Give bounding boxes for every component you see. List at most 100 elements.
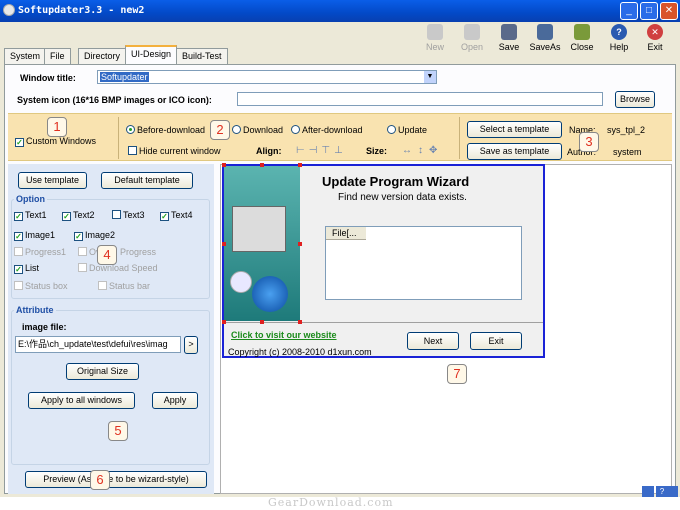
tab-ui-design[interactable]: UI-Design bbox=[125, 45, 178, 64]
radio-download[interactable]: Download bbox=[232, 125, 283, 135]
system-icon-field[interactable] bbox=[237, 92, 603, 106]
annotation-2: 2 bbox=[210, 120, 230, 140]
checkbox-text2[interactable]: ✓ Text2 bbox=[62, 210, 95, 221]
window-title-label: Window title: bbox=[20, 73, 76, 83]
close-window-button[interactable]: ✕ bbox=[660, 2, 678, 20]
maximize-button[interactable]: □ bbox=[640, 2, 658, 20]
checkbox-overall-progress: Overall Progress bbox=[78, 247, 156, 257]
check-icon: ✓ bbox=[14, 232, 23, 241]
select-template-button[interactable]: Select a template bbox=[467, 121, 562, 138]
image-file-label: image file: bbox=[22, 322, 67, 332]
radio-before-download[interactable]: Before-download bbox=[126, 125, 205, 135]
check-icon: ✓ bbox=[14, 265, 23, 274]
tray-help-icon: ? bbox=[656, 486, 668, 497]
check-icon: ✓ bbox=[15, 138, 24, 147]
align-icons[interactable]: ⊢⊣⊤⊥ bbox=[296, 145, 347, 156]
wizard-subtitle: Find new version data exists. bbox=[338, 192, 467, 203]
resize-handle[interactable] bbox=[222, 242, 226, 246]
radio-after-download[interactable]: After-download bbox=[291, 125, 363, 135]
image-file-more-button[interactable]: > bbox=[184, 336, 198, 354]
cd-icon bbox=[230, 271, 252, 293]
globe-icon bbox=[252, 276, 288, 312]
wizard-exit-button[interactable]: Exit bbox=[470, 332, 522, 350]
wizard-file-list[interactable]: File[... bbox=[325, 226, 522, 300]
hide-current-window-checkbox[interactable]: Hide current window bbox=[128, 146, 221, 156]
attribute-group bbox=[11, 310, 210, 465]
annotation-4: 4 bbox=[97, 245, 117, 265]
check-icon: ✓ bbox=[14, 212, 23, 221]
visit-website-link[interactable]: Click to visit our website bbox=[231, 330, 337, 340]
name-value: sys_tpl_2 bbox=[607, 125, 646, 135]
close-project-icon bbox=[574, 24, 590, 40]
check-icon: ✓ bbox=[62, 212, 71, 221]
resize-handle[interactable] bbox=[222, 320, 226, 324]
minimize-button[interactable]: _ bbox=[620, 2, 638, 20]
size-label: Size: bbox=[366, 146, 388, 156]
resize-handle[interactable] bbox=[298, 242, 302, 246]
window-title: Softupdater3.3 - new2 bbox=[18, 5, 145, 16]
new-icon bbox=[427, 24, 443, 40]
image-file-field[interactable]: E:\作品\ch_update\test\defui\res\imag bbox=[15, 336, 181, 353]
file-list-header[interactable]: File[... bbox=[326, 227, 366, 240]
checkbox-text4[interactable]: ✓ Text4 bbox=[160, 210, 193, 221]
author-value: system bbox=[613, 147, 642, 157]
original-size-button[interactable]: Original Size bbox=[66, 363, 139, 380]
new-button[interactable]: New bbox=[418, 24, 452, 52]
checkbox-image1[interactable]: ✓ Image1 bbox=[14, 230, 55, 241]
title-bar: Softupdater3.3 - new2 _ □ ✕ bbox=[0, 0, 680, 22]
tab-system[interactable]: System bbox=[4, 48, 47, 64]
resize-handle[interactable] bbox=[222, 163, 226, 167]
dropdown-chevron-icon[interactable]: ▼ bbox=[424, 71, 436, 83]
saveas-button[interactable]: SaveAs bbox=[528, 24, 562, 52]
help-icon: ? bbox=[611, 24, 627, 40]
custom-windows-checkbox[interactable]: ✓ Custom Windows bbox=[15, 136, 96, 147]
tab-file[interactable]: File bbox=[44, 48, 71, 64]
tab-directory[interactable]: Directory bbox=[78, 48, 127, 64]
wizard-next-button[interactable]: Next bbox=[407, 332, 459, 350]
annotation-6: 6 bbox=[90, 470, 110, 490]
wizard-side-image[interactable] bbox=[224, 166, 300, 321]
open-button[interactable]: Open bbox=[455, 24, 489, 52]
checkbox-text1[interactable]: ✓ Text1 bbox=[14, 210, 47, 221]
attribute-group-title: Attribute bbox=[14, 305, 56, 315]
checkbox-progress1: Progress1 bbox=[14, 247, 66, 257]
close-project-button[interactable]: Close bbox=[565, 24, 599, 52]
window-title-field[interactable]: Softupdater ▼ bbox=[97, 70, 437, 84]
save-button[interactable]: Save bbox=[492, 24, 526, 52]
annotation-3: 3 bbox=[579, 132, 599, 152]
radio-update[interactable]: Update bbox=[387, 125, 427, 135]
divider bbox=[118, 117, 119, 159]
use-template-button[interactable]: Use template bbox=[18, 172, 87, 189]
resize-handle[interactable] bbox=[298, 320, 302, 324]
check-icon: ✓ bbox=[160, 212, 169, 221]
checkbox-image2[interactable]: ✓ Image2 bbox=[74, 230, 115, 241]
system-icon-label: System icon (16*16 BMP images or ICO ico… bbox=[17, 95, 212, 105]
wizard-divider bbox=[224, 322, 543, 323]
save-as-template-button[interactable]: Save as template bbox=[467, 143, 562, 160]
tray-menu-icon bbox=[668, 486, 678, 497]
app-icon bbox=[3, 4, 15, 16]
tray-keyboard-icon bbox=[642, 486, 654, 497]
preview-button[interactable]: Preview (Assume to be wizard-style) bbox=[25, 471, 207, 488]
size-icons[interactable]: ↔↕✥ bbox=[402, 145, 443, 156]
annotation-7: 7 bbox=[447, 364, 467, 384]
exit-button[interactable]: ✕ Exit bbox=[638, 24, 672, 52]
resize-handle[interactable] bbox=[298, 163, 302, 167]
align-label: Align: bbox=[256, 146, 282, 156]
divider bbox=[459, 117, 460, 159]
apply-to-all-windows-button[interactable]: Apply to all windows bbox=[28, 392, 135, 409]
watermark: GearDownload.com bbox=[268, 496, 394, 509]
help-button[interactable]: ? Help bbox=[602, 24, 636, 52]
open-icon bbox=[464, 24, 480, 40]
tab-build-test[interactable]: Build-Test bbox=[176, 48, 228, 64]
apply-button[interactable]: Apply bbox=[152, 392, 198, 409]
wizard-copyright: Copyright (c) 2008-2010 d1xun.com bbox=[228, 347, 372, 357]
saveas-icon bbox=[537, 24, 553, 40]
exit-icon: ✕ bbox=[647, 24, 663, 40]
default-template-button[interactable]: Default template bbox=[101, 172, 193, 189]
browse-button[interactable]: Browse bbox=[615, 91, 655, 108]
resize-handle[interactable] bbox=[260, 320, 264, 324]
checkbox-text3[interactable]: Text3 bbox=[112, 210, 145, 220]
resize-handle[interactable] bbox=[260, 163, 264, 167]
checkbox-list[interactable]: ✓ List bbox=[14, 263, 39, 274]
